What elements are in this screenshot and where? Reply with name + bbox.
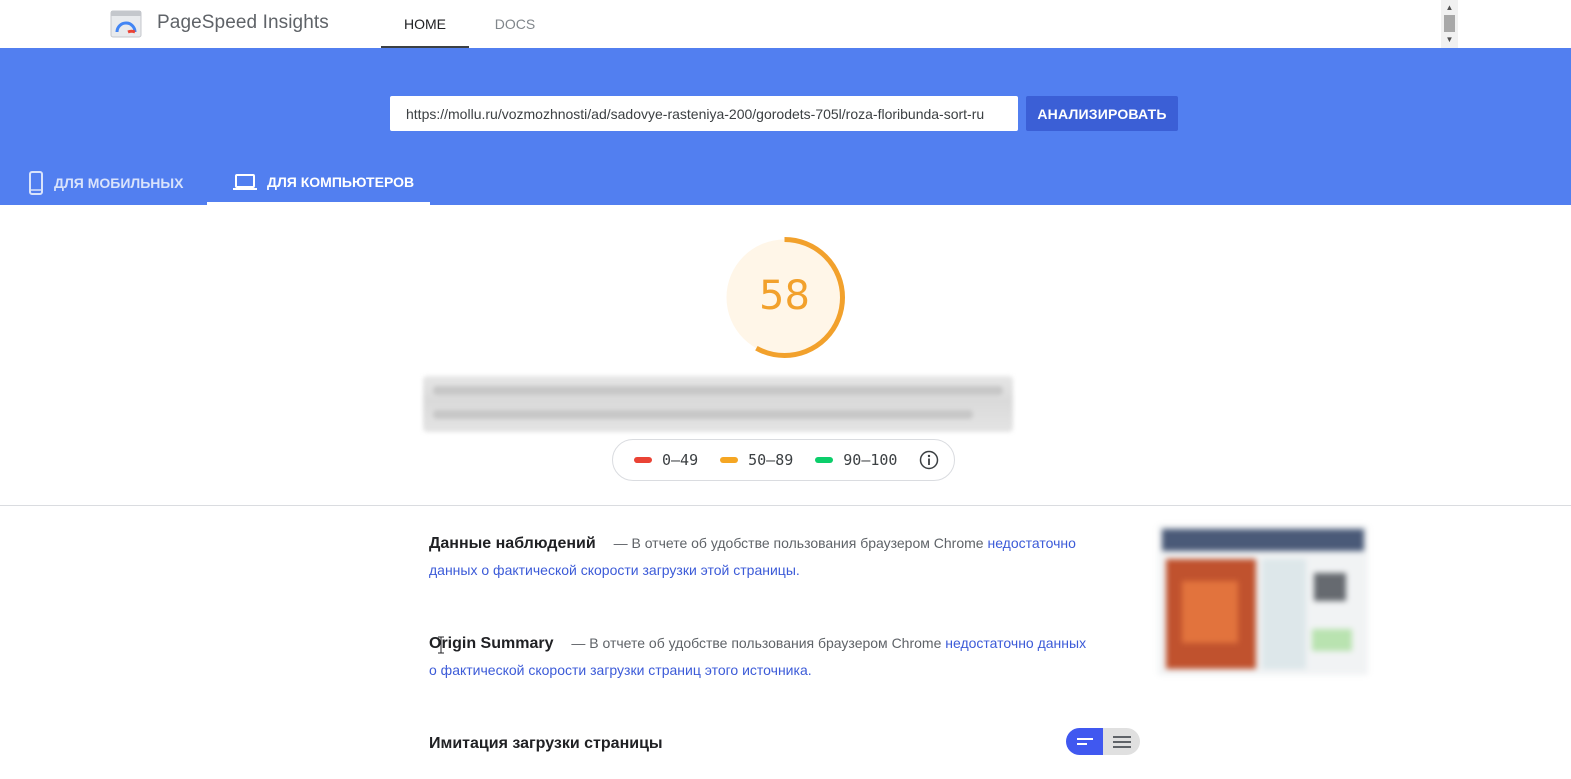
toggle-list-view[interactable] <box>1066 728 1103 755</box>
lines-icon <box>1112 735 1131 748</box>
nav-tab-docs[interactable]: DOCS <box>475 0 555 48</box>
legend-swatch-poor <box>634 457 652 463</box>
legend-item-average: 50–89 <box>720 451 793 469</box>
scroll-up-arrow-icon[interactable]: ▲ <box>1441 2 1458 14</box>
origin-summary-section: Origin Summary — В отчете об удобстве по… <box>429 630 1089 683</box>
legend-label-good: 90–100 <box>843 451 898 469</box>
lab-data-title: Имитация загрузки страницы <box>429 735 663 752</box>
laptop-icon <box>233 173 257 190</box>
tab-mobile[interactable]: ДЛЯ МОБИЛЬНЫХ <box>28 161 183 205</box>
legend-label-average: 50–89 <box>748 451 794 469</box>
scroll-thumb[interactable] <box>1444 15 1455 32</box>
short-lines-icon <box>1076 737 1093 745</box>
blur-line <box>433 410 973 419</box>
legend-label-poor: 0–49 <box>662 451 699 469</box>
tab-mobile-label: ДЛЯ МОБИЛЬНЫХ <box>54 175 184 191</box>
field-data-section: Данные наблюдений — В отчете об удобстве… <box>429 530 1089 583</box>
url-input[interactable] <box>390 96 1018 131</box>
section-divider <box>0 505 1571 506</box>
info-icon[interactable] <box>919 450 939 470</box>
text-cursor-icon <box>438 636 444 654</box>
analyze-button[interactable]: АНАЛИЗИРОВАТЬ <box>1026 96 1178 131</box>
toggle-detail-view[interactable] <box>1103 728 1140 755</box>
field-data-title: Данные наблюдений <box>429 535 596 552</box>
legend-item-poor: 0–49 <box>634 451 698 469</box>
analyze-header: АНАЛИЗИРОВАТЬ ДЛЯ МОБИЛЬНЫХ ДЛЯ КОМПЬЮТЕ… <box>0 48 1571 205</box>
nav-tab-home[interactable]: HOME <box>381 0 469 48</box>
thumbnail-image <box>1158 525 1368 675</box>
origin-summary-text: — В отчете об удобстве пользования брауз… <box>571 635 942 651</box>
audit-view-toggle[interactable] <box>1066 728 1140 755</box>
smartphone-icon <box>29 171 43 195</box>
legend-swatch-average <box>720 457 739 463</box>
page-screenshot-thumbnail <box>1158 525 1368 675</box>
legend-swatch-good <box>815 457 834 463</box>
origin-summary-title: Origin Summary <box>429 635 554 652</box>
scrollbar[interactable]: ▲ ▼ <box>1441 0 1458 48</box>
tab-desktop-label: ДЛЯ КОМПЬЮТЕРОВ <box>267 173 415 190</box>
performance-score: 58 <box>759 273 810 319</box>
scroll-down-arrow-icon[interactable]: ▼ <box>1441 34 1458 46</box>
score-legend: 0–49 50–89 90–100 <box>612 439 955 481</box>
pagespeed-gauge-icon <box>110 10 142 38</box>
tab-desktop[interactable]: ДЛЯ КОМПЬЮТЕРОВ <box>207 161 430 205</box>
legend-item-good: 90–100 <box>815 451 897 469</box>
field-data-text: — В отчете об удобстве пользования брауз… <box>613 535 984 551</box>
blurred-final-url <box>423 376 1013 432</box>
top-bar: PageSpeed Insights HOME DOCS ▲ ▼ <box>0 0 1571 48</box>
blur-line <box>433 386 1003 395</box>
app-title: PageSpeed Insights <box>157 12 329 33</box>
